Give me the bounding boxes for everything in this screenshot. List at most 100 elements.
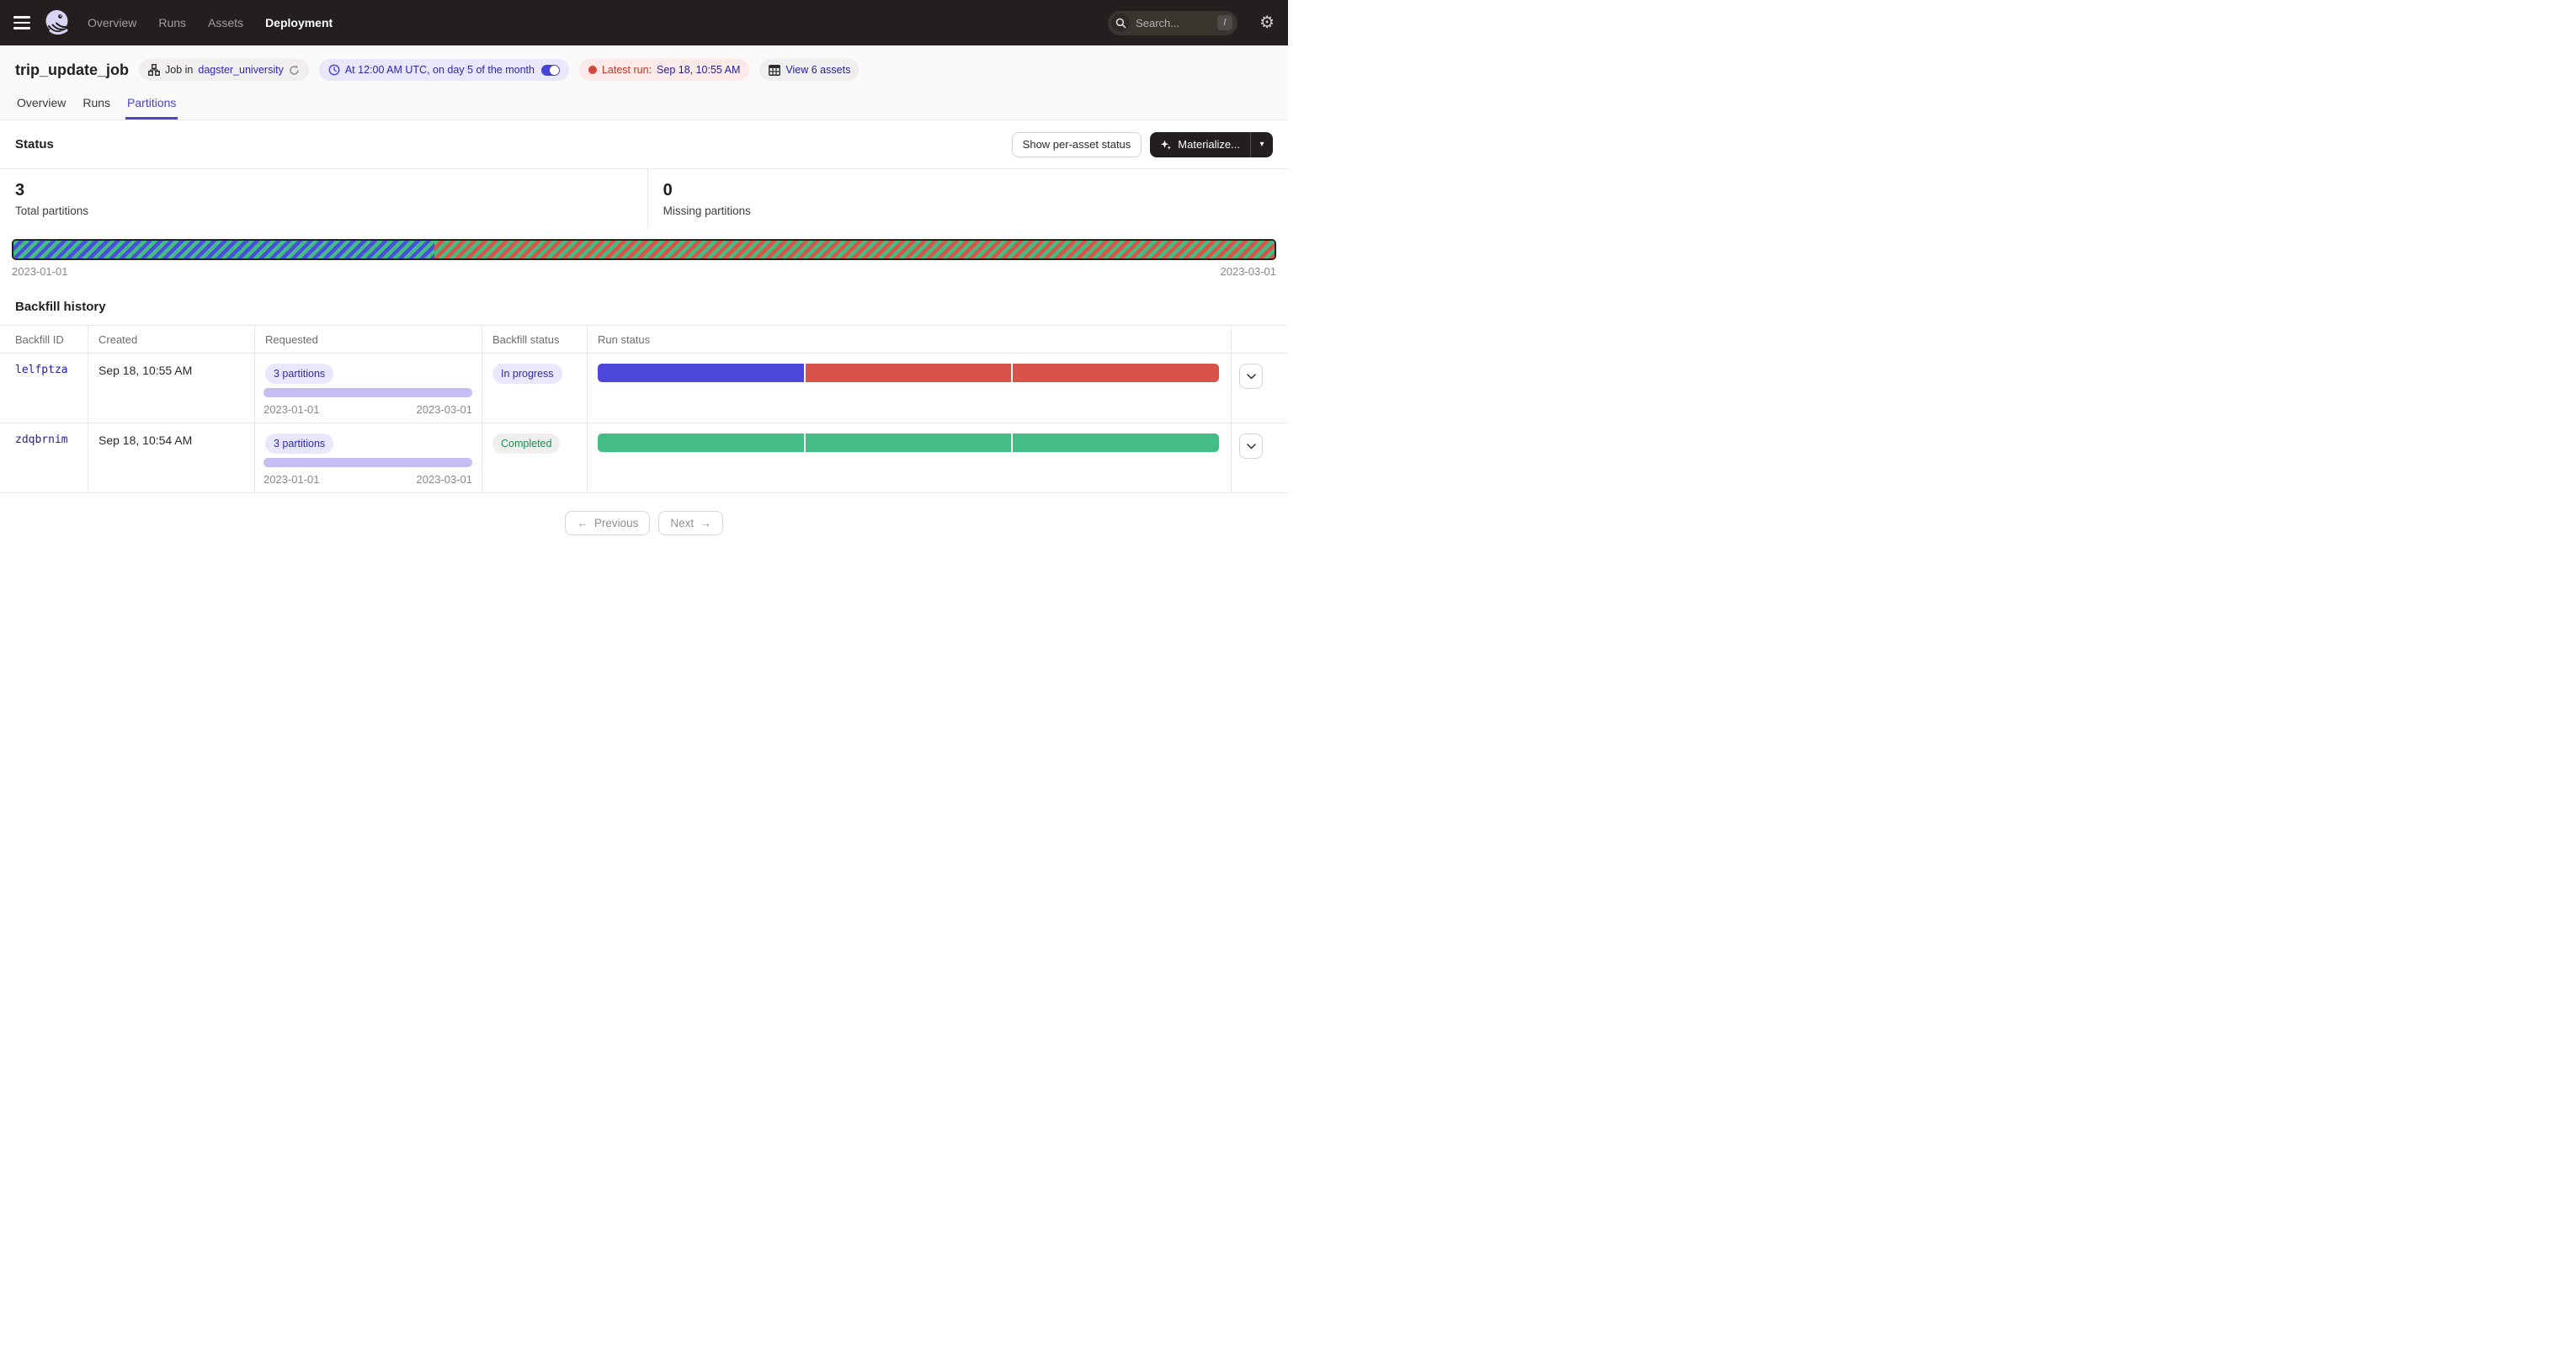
nav-item-deployment[interactable]: Deployment [265, 16, 333, 29]
clock-icon [328, 64, 340, 76]
materialize-button[interactable]: Materialize... [1150, 132, 1250, 157]
schedule-badge: At 12:00 AM UTC, on day 5 of the month [319, 59, 569, 81]
col-backfill-id: Backfill ID [0, 326, 88, 353]
job-graph-icon [148, 64, 160, 76]
job-location-prefix: Job in [165, 64, 193, 76]
status-section: Status Show per-asset status Materialize… [0, 120, 1288, 278]
requested-range-bar [263, 388, 472, 397]
job-header: trip_update_job Job in dagster_universit… [0, 45, 1288, 120]
col-expand [1232, 326, 1288, 353]
col-requested: Requested [255, 326, 482, 353]
materialize-split-button: Materialize... ▾ [1150, 132, 1273, 157]
job-location-badge: Job in dagster_university [139, 59, 309, 81]
schedule-toggle[interactable] [541, 65, 560, 76]
requested-partitions-pill[interactable]: 3 partitions [265, 434, 333, 454]
requested-start-date: 2023-01-01 [263, 403, 320, 416]
search-placeholder: Search... [1136, 17, 1217, 29]
table-row: zdqbrnim Sep 18, 10:54 AM 3 partitions 2… [0, 423, 1288, 493]
backfill-history-table: Backfill ID Created Requested Backfill s… [0, 325, 1288, 493]
partition-bar-segment-failure-success [434, 241, 1275, 258]
gear-icon[interactable]: ⚙ [1259, 14, 1275, 31]
nav-item-overview[interactable]: Overview [88, 16, 136, 29]
status-heading: Status [15, 137, 54, 152]
search-icon [1111, 13, 1130, 32]
run-segment-success [598, 434, 804, 452]
backfill-status-pill: Completed [492, 434, 560, 454]
total-partitions-cell: 3 Total partitions [0, 169, 648, 228]
col-created: Created [88, 326, 255, 353]
col-backfill-status: Backfill status [482, 326, 588, 353]
run-status-bar[interactable] [598, 434, 1219, 452]
arrow-left-icon: ← [577, 517, 588, 529]
partition-counts: 3 Total partitions 0 Missing partitions [0, 169, 1288, 228]
run-status-bar[interactable] [598, 364, 1219, 382]
expand-row-button[interactable] [1239, 434, 1263, 459]
partition-status-bar-wrap [0, 239, 1288, 260]
view-assets-link[interactable]: View 6 assets [785, 64, 850, 76]
dagster-logo[interactable] [43, 8, 72, 37]
requested-range-bar [263, 458, 472, 467]
search-input[interactable]: Search... / [1108, 11, 1237, 35]
schedule-label: At 12:00 AM UTC, on day 5 of the month [345, 64, 535, 76]
latest-run-link[interactable]: Sep 18, 10:55 AM [657, 64, 740, 76]
latest-run-badge: Latest run: Sep 18, 10:55 AM [579, 59, 749, 81]
requested-start-date: 2023-01-01 [263, 473, 320, 486]
backfill-id-link[interactable]: zdqbrnim [0, 434, 88, 446]
created-timestamp: Sep 18, 10:55 AM [88, 364, 254, 377]
missing-partitions-value: 0 [663, 181, 751, 200]
code-location-link[interactable]: dagster_university [198, 64, 283, 76]
slash-shortcut-badge: / [1217, 15, 1232, 30]
partition-bar-segment-inprogress-success [13, 241, 434, 258]
tab-partitions[interactable]: Partitions [125, 94, 178, 120]
partition-bar-labels: 2023-01-01 2023-03-01 [0, 265, 1288, 278]
run-segment-in_progress [598, 364, 804, 382]
tab-overview[interactable]: Overview [15, 94, 67, 120]
requested-range-labels: 2023-01-01 2023-03-01 [263, 473, 472, 486]
run-segment-failure [806, 364, 1012, 382]
materialize-dropdown-button[interactable]: ▾ [1251, 132, 1273, 157]
primary-nav: Overview Runs Assets Deployment [88, 16, 333, 29]
total-partitions-value: 3 [15, 181, 632, 200]
run-status-dot [588, 66, 597, 74]
backfill-id-link[interactable]: lelfptza [0, 364, 88, 376]
top-nav: Overview Runs Assets Deployment Search..… [0, 0, 1288, 45]
sparkles-icon [1160, 139, 1172, 151]
run-segment-success [806, 434, 1012, 452]
missing-partitions-cell: 0 Missing partitions [648, 169, 766, 228]
backfill-history-heading: Backfill history [15, 300, 1273, 314]
grid-icon [769, 65, 780, 76]
title-row: trip_update_job Job in dagster_universit… [0, 58, 1288, 82]
partition-bar-start-label: 2023-01-01 [12, 265, 68, 278]
status-row: Status Show per-asset status Materialize… [0, 120, 1288, 169]
chevron-down-icon [1247, 374, 1256, 380]
table-header-row: Backfill ID Created Requested Backfill s… [0, 325, 1288, 354]
pagination: ← Previous Next → [0, 511, 1288, 535]
table-row: lelfptza Sep 18, 10:55 AM 3 partitions 2… [0, 354, 1288, 423]
requested-end-date: 2023-03-01 [417, 403, 473, 416]
chevron-down-icon [1247, 444, 1256, 449]
requested-partitions-pill[interactable]: 3 partitions [265, 364, 333, 384]
requested-end-date: 2023-03-01 [417, 473, 473, 486]
run-segment-failure [1013, 364, 1219, 382]
requested-range-labels: 2023-01-01 2023-03-01 [263, 403, 472, 416]
partition-bar-end-label: 2023-03-01 [1221, 265, 1277, 278]
expand-row-button[interactable] [1239, 364, 1263, 389]
tab-runs[interactable]: Runs [81, 94, 112, 120]
view-assets-badge: View 6 assets [759, 59, 860, 81]
arrow-right-icon: → [700, 517, 711, 529]
show-per-asset-status-button[interactable]: Show per-asset status [1012, 132, 1142, 157]
job-tabs: Overview Runs Partitions [0, 94, 1288, 120]
total-partitions-label: Total partitions [15, 205, 632, 217]
nav-item-assets[interactable]: Assets [208, 16, 243, 29]
previous-page-button[interactable]: ← Previous [565, 511, 650, 535]
next-page-button[interactable]: Next → [658, 511, 722, 535]
nav-item-runs[interactable]: Runs [158, 16, 186, 29]
backfill-status-pill: In progress [492, 364, 562, 384]
page-title: trip_update_job [15, 61, 129, 79]
created-timestamp: Sep 18, 10:54 AM [88, 434, 254, 447]
hamburger-icon[interactable] [13, 16, 30, 29]
col-run-status: Run status [588, 326, 1232, 353]
latest-run-label: Latest run: [602, 64, 652, 76]
partition-status-bar[interactable] [12, 239, 1276, 260]
refresh-icon[interactable] [289, 65, 300, 76]
